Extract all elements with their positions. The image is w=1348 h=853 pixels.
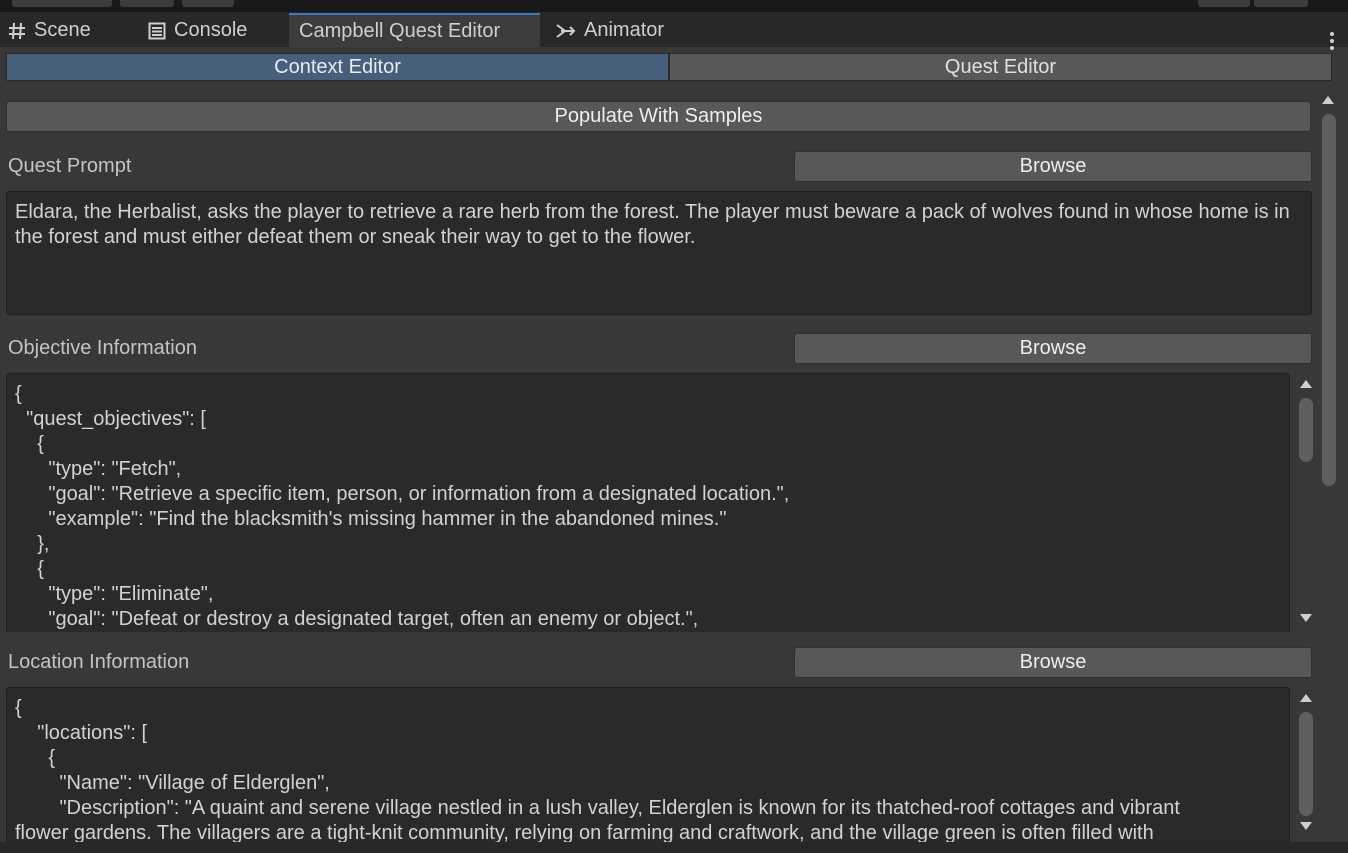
objective-information-textarea[interactable]: { "quest_objectives": [ { "type": "Fetch… (6, 373, 1290, 632)
quest-prompt-text: Eldara, the Herbalist, asks the player t… (15, 201, 1290, 248)
objective-information-label: Objective Information (8, 337, 197, 359)
quest-prompt-label: Quest Prompt (8, 155, 132, 177)
toolbar-button[interactable] (1254, 0, 1308, 7)
grid-icon (8, 22, 26, 40)
toolbar-button[interactable] (12, 0, 112, 7)
button-label: Browse (1019, 651, 1087, 673)
tab-label: Animator (584, 19, 665, 41)
console-icon (148, 22, 166, 40)
location-information-label: Location Information (8, 651, 190, 673)
scroll-down-icon[interactable] (1300, 822, 1312, 830)
context-editor-toggle[interactable]: Context Editor (6, 53, 669, 81)
quest-editor-toggle[interactable]: Quest Editor (669, 53, 1332, 81)
tab-label: Scene (34, 19, 91, 41)
toggle-label: Quest Editor (944, 55, 1057, 78)
editor-tab-bar: Scene Console Campbell Quest Editor Anim… (0, 12, 1348, 50)
location-information-textarea[interactable]: { "locations": [ { "Name": "Village of E… (6, 687, 1290, 843)
quest-prompt-browse-button[interactable]: Browse (794, 151, 1312, 182)
location-information-browse-button[interactable]: Browse (794, 647, 1312, 678)
scroll-up-icon[interactable] (1300, 380, 1312, 388)
tab-campbell-quest-editor[interactable]: Campbell Quest Editor (289, 13, 540, 47)
scroll-thumb[interactable] (1322, 114, 1336, 486)
toolbar-button[interactable] (1198, 0, 1250, 7)
location-scrollbar[interactable] (1296, 690, 1316, 836)
button-label: Populate With Samples (554, 105, 763, 127)
tab-label: Campbell Quest Editor (299, 19, 501, 42)
scroll-thumb[interactable] (1299, 712, 1313, 816)
scroll-up-icon[interactable] (1300, 694, 1312, 702)
animator-icon (556, 22, 576, 40)
button-label: Browse (1019, 155, 1087, 177)
populate-with-samples-button[interactable]: Populate With Samples (6, 101, 1311, 132)
bottom-tab-strip (0, 842, 1348, 853)
main-scrollbar[interactable] (1318, 92, 1338, 842)
tab-label: Console (174, 19, 248, 41)
more-options-icon[interactable] (1330, 32, 1334, 53)
scroll-thumb[interactable] (1299, 398, 1313, 462)
toggle-label: Context Editor (274, 55, 401, 78)
objective-information-text: { "quest_objectives": [ { "type": "Fetch… (15, 383, 790, 630)
scroll-down-icon[interactable] (1300, 614, 1312, 622)
toolbar-button[interactable] (120, 0, 174, 7)
tab-scene[interactable]: Scene (8, 14, 128, 47)
tab-animator[interactable]: Animator (556, 14, 686, 47)
objective-scrollbar[interactable] (1296, 376, 1316, 628)
location-information-text: { "locations": [ { "Name": "Village of E… (15, 697, 1180, 843)
quest-prompt-textarea[interactable]: Eldara, the Herbalist, asks the player t… (6, 191, 1312, 315)
tab-console[interactable]: Console (148, 14, 278, 47)
button-label: Browse (1019, 337, 1087, 359)
window-top-strip (0, 0, 1348, 12)
scroll-up-icon[interactable] (1322, 96, 1334, 104)
objective-information-browse-button[interactable]: Browse (794, 333, 1312, 364)
toolbar-button[interactable] (182, 0, 234, 7)
